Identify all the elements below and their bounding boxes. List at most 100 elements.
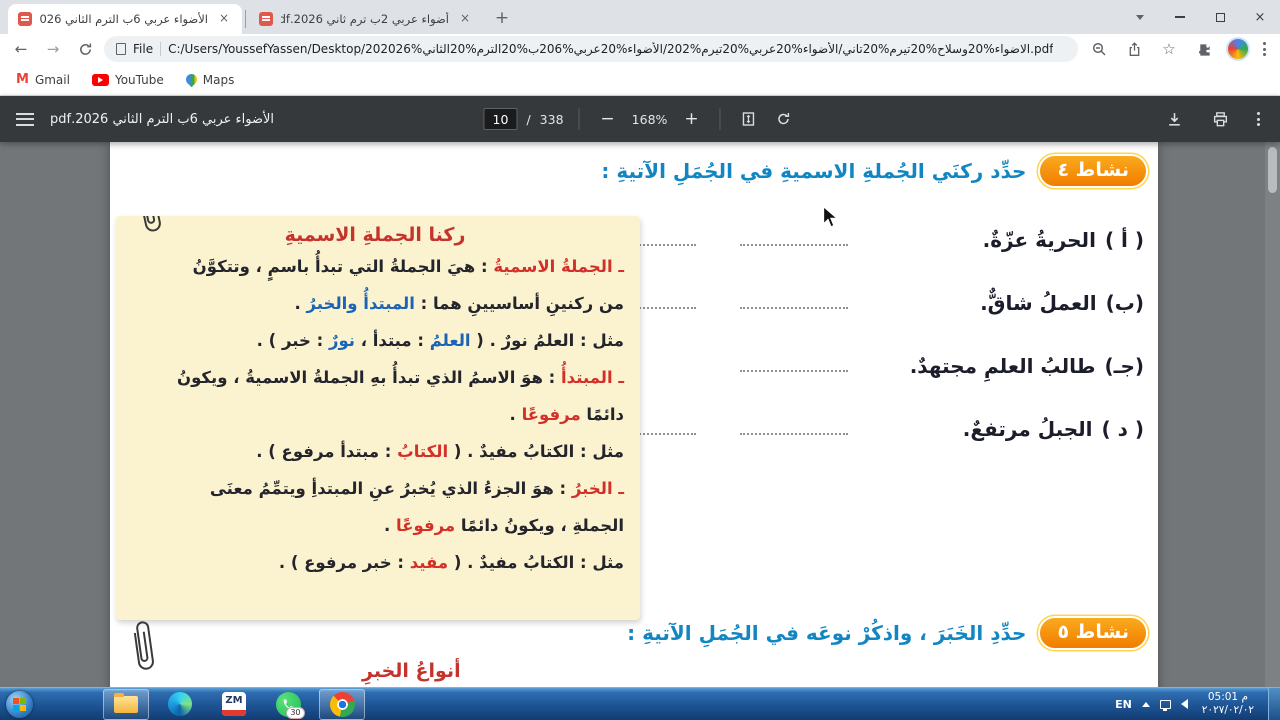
taskbar-clock[interactable]: 05:01 م ٢٠٢٧/٠٢/٠٢ (1202, 691, 1254, 718)
fit-page-icon[interactable] (736, 106, 762, 132)
show-desktop-button[interactable] (1268, 687, 1280, 720)
pdf-favicon (18, 12, 32, 26)
item-text: الجبلُ مرتفعٌ. (962, 417, 1093, 441)
page-separator: / (526, 111, 531, 127)
activity4-header: نشاط ٤ حدِّد ركنَي الجُملةِ الاسميةِ في … (601, 156, 1146, 186)
grammar-line: دائمًا مرفوعًا . (126, 396, 624, 433)
pdf-scrollbar[interactable] (1265, 142, 1280, 687)
new-tab-button[interactable]: + (489, 5, 515, 31)
pdf-viewport: نشاط ٤ حدِّد ركنَي الجُملةِ الاسميةِ في … (0, 142, 1280, 687)
hidden-icons-icon[interactable] (1141, 701, 1150, 707)
paperclip-icon (122, 614, 165, 682)
bookmark-maps[interactable]: Maps (183, 71, 234, 88)
exercise-item: ( د ) الجبلُ مرتفعٌ. (604, 411, 1144, 447)
menu-icon[interactable] (16, 112, 34, 126)
answer-blank (740, 356, 848, 372)
browser-menu-icon[interactable] (1259, 38, 1270, 60)
grammar-line: مثل : العلمُ نورٌ . ( العلمُ : مبتدأ ، ن… (126, 322, 624, 359)
edge-icon (168, 692, 192, 716)
grammar-segment: ـ الخبرُ (571, 479, 624, 498)
profile-avatar[interactable] (1226, 37, 1250, 61)
scrollbar-thumb[interactable] (1268, 147, 1277, 193)
pdf-page-zoom-controls: / 338 − 168% + (483, 106, 796, 132)
page-total: 338 (539, 111, 564, 127)
download-icon[interactable] (1161, 106, 1187, 132)
grammar-segment: : هيَ الجملةُ التي تبدأُ باسمٍ ، وتتكوَّ… (192, 257, 494, 276)
forward-icon[interactable]: → (40, 36, 66, 62)
maximize-button[interactable] (1200, 0, 1240, 34)
page-number-input[interactable] (483, 108, 518, 130)
zoom-in-button[interactable]: + (679, 106, 705, 132)
windows-logo-icon (13, 697, 26, 711)
item-label: ( أ ) (1104, 228, 1144, 252)
pdf-filename: الأضواء عربي 6ب الترم الثاني 2026.pdf (50, 111, 275, 127)
network-icon[interactable] (1159, 699, 1171, 711)
grammar-segment: : خبر مرفوع ) . (278, 553, 410, 572)
language-indicator[interactable]: EN (1115, 698, 1132, 711)
grammar-segment: : هوَ الاسمُ الذي تبدأُ بهِ الجملةُ الاس… (177, 368, 562, 387)
taskbar-edge[interactable] (157, 689, 203, 720)
tab-close-icon[interactable]: × (216, 11, 232, 27)
close-button[interactable]: × (1240, 0, 1280, 34)
grammar-segment: الكتابُ (397, 442, 449, 461)
grammar-box: ركنا الجملةِ الاسميةِ ـ الجملةُ الاسميةُ… (116, 216, 640, 620)
item-label: (جـ) (1104, 354, 1144, 378)
taskbar-whatsapp[interactable]: 30 (265, 689, 311, 720)
mouse-cursor (822, 205, 840, 235)
grammar-segment: ـ المبتدأُ (561, 368, 624, 387)
exercise-sentence: (جـ) طالبُ العلمِ مجتهدٌ. (892, 354, 1144, 378)
extensions-icon[interactable] (1191, 36, 1217, 62)
grammar-segment: مرفوعًا (396, 516, 456, 535)
rotate-icon[interactable] (771, 106, 797, 132)
maps-pin-icon (183, 71, 200, 88)
tab-inactive[interactable]: أضواء عربي 2ب ترم ثاني 2026.pdf × (249, 4, 483, 34)
pdf-more-icon[interactable] (1253, 108, 1264, 130)
zoom-out-button[interactable]: − (595, 106, 621, 132)
grammar-line: ـ الخبرُ : هوَ الجزءُ الذي يُخبرُ عنِ ال… (126, 470, 624, 507)
grammar-segment: . (384, 516, 397, 535)
exercise-item: ( أ ) الحريةُ عزّةٌ. (604, 222, 1144, 258)
print-icon[interactable] (1207, 106, 1233, 132)
bookmark-gmail[interactable]: M Gmail (16, 73, 70, 87)
start-button[interactable] (6, 690, 33, 718)
exercise-sentence: (ب) العملُ شاقٌّ. (892, 291, 1144, 315)
grammar-segment: مثل : الكتابُ مفيدٌ . ( (448, 553, 624, 572)
bookmark-star-icon[interactable]: ☆ (1156, 36, 1182, 62)
taskbar-chrome[interactable] (319, 688, 365, 720)
grammar-segment: مثل : العلمُ نورٌ . ( (470, 331, 624, 350)
grammar-segment: . (509, 405, 522, 424)
pdf-favicon (259, 12, 273, 26)
window-controls: × (1120, 0, 1280, 34)
zoom-indicator-icon[interactable] (1086, 36, 1112, 62)
toolbar-divider (719, 108, 721, 130)
bookmarks-bar: M Gmail YouTube Maps (0, 64, 1280, 96)
tab-close-icon[interactable]: × (457, 11, 473, 27)
share-icon[interactable] (1121, 36, 1147, 62)
browser-window: الأضواء عربي 6ب الترم الثاني 2026.pdf × … (0, 0, 1280, 720)
bookmark-label: Gmail (34, 72, 70, 87)
grammar-box-title: ركنا الجملةِ الاسميةِ (284, 224, 466, 246)
grammar-line: ـ الجملةُ الاسميةُ : هيَ الجملةُ التي تب… (126, 248, 624, 285)
activity4-title: حدِّد ركنَي الجُملةِ الاسميةِ في الجُمَل… (601, 159, 1027, 183)
item-label: ( د ) (1101, 417, 1144, 441)
tab-active[interactable]: الأضواء عربي 6ب الترم الثاني 2026.pdf × (8, 4, 242, 34)
zm-label: ZM (225, 695, 243, 706)
bookmark-label: YouTube (114, 72, 164, 87)
volume-icon[interactable] (1180, 699, 1188, 709)
exercise-sentence: ( د ) الجبلُ مرتفعٌ. (892, 417, 1144, 441)
activity5-title: حدِّدِ الخَبَرَ ، واذكُرْ نوعَه في الجُم… (627, 621, 1027, 645)
minimize-button[interactable] (1160, 0, 1200, 34)
back-icon[interactable]: ← (8, 36, 34, 62)
taskbar-zm-app[interactable]: ZM (211, 689, 257, 720)
bookmark-youtube[interactable]: YouTube (91, 72, 164, 87)
grammar-segment: نورٌ (328, 331, 355, 350)
tab-search-icon[interactable] (1120, 0, 1160, 34)
reload-icon[interactable] (72, 36, 98, 62)
file-icon (116, 43, 126, 55)
address-bar[interactable]: File C:/Users/YoussefYassen/Desktop/الاض… (104, 36, 1078, 62)
item-text: الحريةُ عزّةٌ. (982, 228, 1096, 252)
tab-separator (245, 10, 246, 28)
tab-title: أضواء عربي 2ب ترم ثاني 2026.pdf (281, 12, 449, 26)
pdf-page: نشاط ٤ حدِّد ركنَي الجُملةِ الاسميةِ في … (110, 142, 1158, 687)
taskbar-file-explorer[interactable] (103, 688, 149, 720)
